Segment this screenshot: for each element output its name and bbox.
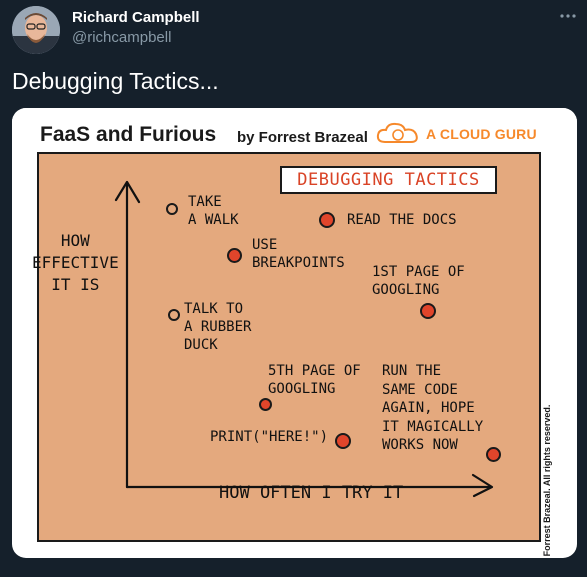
tactic-dot-rubber-duck [168, 309, 180, 321]
tactic-label-first-page-googling: 1ST PAGE OF GOOGLING [372, 264, 465, 298]
tactic-dot-run-same-code [486, 447, 501, 462]
tactic-label-take-a-walk: TAKE A WALK [188, 194, 239, 228]
tactic-label-fifth-page-googling: 5TH PAGE OF GOOGLING [268, 363, 361, 397]
tactic-label-rubber-duck: TALK TO A RUBBER DUCK [184, 301, 252, 353]
y-axis-label: HOW EFFECTIVE IT IS [32, 231, 119, 294]
panel-title: DEBUGGING TACTICS [280, 166, 497, 194]
tactic-dot-use-breakpoints [227, 248, 242, 263]
x-axis-arrow [471, 473, 494, 498]
tactic-dot-take-a-walk [166, 203, 178, 215]
tactic-label-use-breakpoints: USE BREAKPOINTS [252, 237, 345, 271]
tactic-label-read-the-docs: READ THE DOCS [347, 212, 457, 228]
tactic-dot-read-the-docs [319, 212, 335, 228]
tactic-dot-fifth-page-googling [259, 398, 272, 411]
tactic-dot-first-page-googling [420, 303, 436, 319]
tactic-label-print-here: PRINT("HERE!") [210, 429, 329, 445]
tactic-dot-print-here [335, 433, 351, 449]
x-axis-label: HOW OFTEN I TRY IT [219, 483, 404, 503]
tactic-label-run-same-code: RUN THE SAME CODE AGAIN, HOPE IT MAGICAL… [382, 363, 484, 453]
